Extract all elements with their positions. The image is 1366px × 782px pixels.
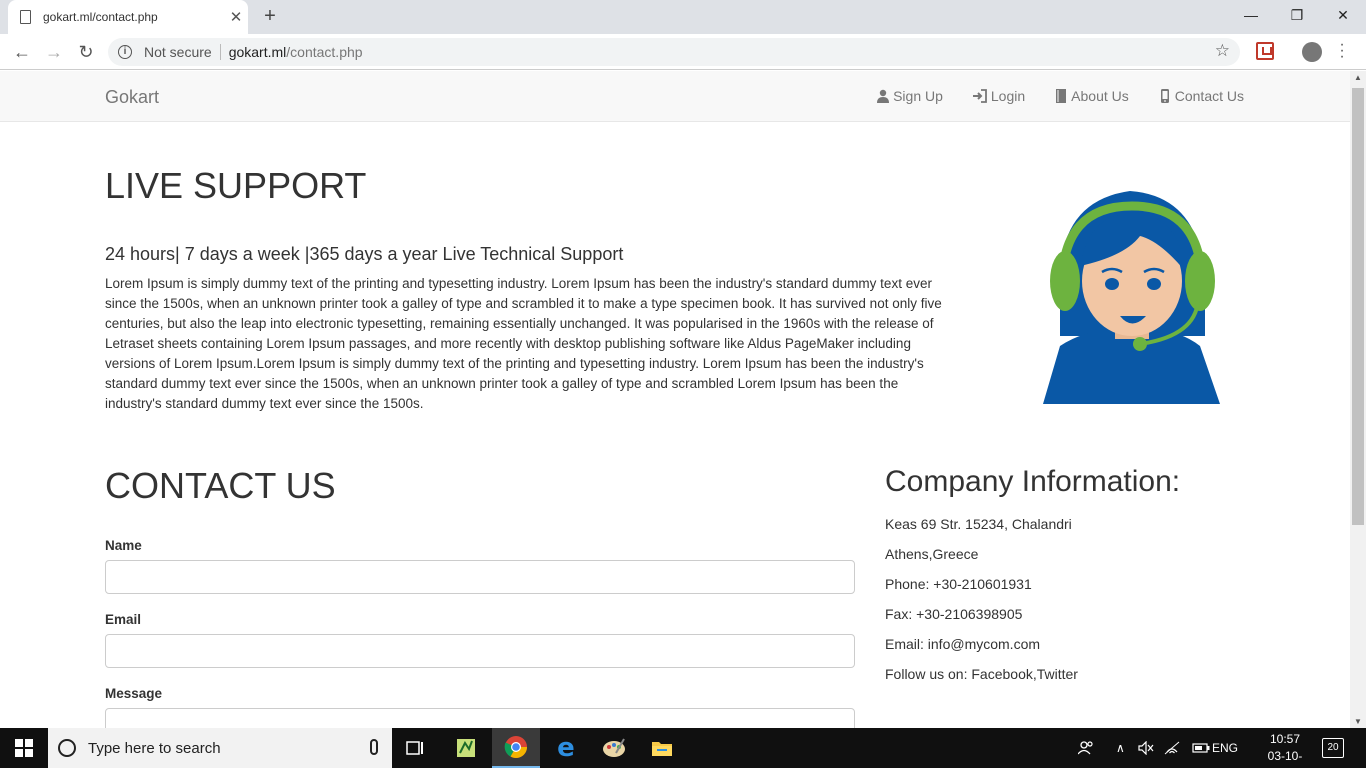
window-controls: — ❐ ✕ <box>1228 0 1366 30</box>
people-icon[interactable] <box>1078 728 1094 768</box>
reload-icon[interactable]: ↻ <box>72 38 100 66</box>
phone-icon <box>1160 89 1169 103</box>
extension-icon[interactable] <box>1256 42 1274 60</box>
nav-sign-up[interactable]: Sign Up <box>877 88 943 104</box>
message-label: Message <box>105 686 163 701</box>
book-icon <box>1056 89 1067 103</box>
battery-icon[interactable] <box>1192 728 1210 768</box>
site-navbar: Gokart Sign Up Login About Us Contact Us <box>0 71 1350 122</box>
live-support-body: Lorem Ipsum is simply dummy text of the … <box>105 276 942 411</box>
minimize-icon[interactable]: — <box>1228 0 1274 30</box>
close-tab-icon[interactable]: ✕ <box>224 8 248 26</box>
windows-taskbar: Type here to search e ∧ ENG 10:57 03-10-… <box>0 728 1366 780</box>
nav-label: Contact Us <box>1174 88 1244 104</box>
file-explorer-icon[interactable] <box>638 728 686 768</box>
address-bar[interactable]: i Not secure gokart.ml/contact.php ☆ <box>108 38 1240 66</box>
menu-dots-icon[interactable]: · · · <box>1336 37 1348 65</box>
volume-muted-icon[interactable] <box>1138 728 1154 768</box>
profile-avatar-icon[interactable] <box>1302 42 1322 62</box>
url-path: /contact.php <box>286 44 363 60</box>
company-social: Follow us on: Facebook,Twitter <box>885 666 1078 682</box>
support-agent-illustration <box>1043 191 1220 404</box>
edge-icon[interactable]: e <box>542 728 590 768</box>
notepad-plus-icon[interactable] <box>442 728 490 768</box>
name-field[interactable] <box>105 560 855 594</box>
email-field[interactable] <box>105 634 855 668</box>
email-label: Email <box>105 612 142 627</box>
security-label: Not secure <box>144 44 212 60</box>
url-domain: gokart.ml <box>228 44 287 60</box>
show-hidden-icons-icon[interactable]: ∧ <box>1116 728 1125 768</box>
company-fax: Fax: +30-2106398905 <box>885 606 1023 622</box>
clock-date: 03-10-2018 <box>1267 749 1303 780</box>
search-placeholder: Type here to search <box>88 739 221 757</box>
nav-label: Sign Up <box>893 88 943 104</box>
close-window-icon[interactable]: ✕ <box>1320 0 1366 30</box>
task-view-icon[interactable] <box>392 728 440 768</box>
document-icon <box>20 10 31 24</box>
bookmark-star-icon[interactable]: ☆ <box>1215 41 1230 61</box>
message-field[interactable] <box>105 708 855 728</box>
taskbar-clock[interactable]: 10:57 03-10-2018 <box>1255 731 1315 782</box>
forward-icon[interactable]: → <box>40 38 68 66</box>
input-language[interactable]: ENG <box>1212 728 1238 768</box>
contact-us-heading: CONTACT US <box>105 465 336 506</box>
scroll-down-icon[interactable]: ▼ <box>1354 717 1362 726</box>
back-icon[interactable]: ← <box>8 38 36 66</box>
company-address-line2: Athens,Greece <box>885 546 979 562</box>
nav-label: About Us <box>1071 88 1129 104</box>
divider <box>219 44 221 60</box>
notification-count: 20 <box>1327 742 1339 753</box>
company-info-heading: Company Information: <box>885 465 1181 498</box>
start-button[interactable] <box>0 728 48 768</box>
browser-tab-bar: gokart.ml/contact.php ✕ + — ❐ ✕ <box>0 0 1366 34</box>
action-center-icon[interactable]: 20 <box>1322 738 1344 758</box>
page-scrollbar[interactable]: ▲ ▼ <box>1350 71 1366 728</box>
browser-tab[interactable]: gokart.ml/contact.php ✕ <box>8 0 248 34</box>
company-phone: Phone: +30-210601931 <box>885 576 1032 592</box>
network-icon[interactable] <box>1164 728 1180 768</box>
user-icon <box>877 89 890 103</box>
nav-about-us[interactable]: About Us <box>1055 88 1129 104</box>
company-email: Email: info@mycom.com <box>885 636 1041 652</box>
live-support-subheading: 24 hours| 7 days a week |365 days a year… <box>105 244 624 264</box>
scroll-thumb[interactable] <box>1352 88 1364 525</box>
tab-title: gokart.ml/contact.php <box>43 10 158 24</box>
clock-time: 10:57 <box>1269 732 1301 746</box>
scroll-up-icon[interactable]: ▲ <box>1354 73 1362 82</box>
site-brand[interactable]: Gokart <box>105 87 159 108</box>
info-icon[interactable]: i <box>118 45 132 59</box>
browser-toolbar: ← → ↻ i Not secure gokart.ml/contact.php… <box>0 34 1366 70</box>
company-address-line1: Keas 69 Str. 15234, Chalandri <box>885 516 1072 532</box>
page-viewport: Gokart Sign Up Login About Us Contact Us… <box>0 71 1350 728</box>
chrome-taskbar-icon[interactable] <box>492 728 540 768</box>
nav-contact-us[interactable]: Contact Us <box>1159 88 1244 104</box>
paint-icon[interactable] <box>590 728 638 768</box>
new-tab-button[interactable]: + <box>258 4 282 28</box>
site-nav-links: Sign Up Login About Us Contact Us <box>877 88 1244 104</box>
taskbar-search-box[interactable]: Type here to search <box>48 728 392 768</box>
nav-label: Login <box>990 88 1026 104</box>
restore-icon[interactable]: ❐ <box>1274 0 1320 30</box>
nav-login[interactable]: Login <box>972 88 1026 104</box>
live-support-heading: LIVE SUPPORT <box>105 165 367 206</box>
name-label: Name <box>105 538 142 553</box>
windows-logo-icon <box>15 739 33 757</box>
login-icon <box>972 89 987 103</box>
microphone-icon[interactable] <box>370 739 378 755</box>
cortana-icon <box>58 739 76 757</box>
